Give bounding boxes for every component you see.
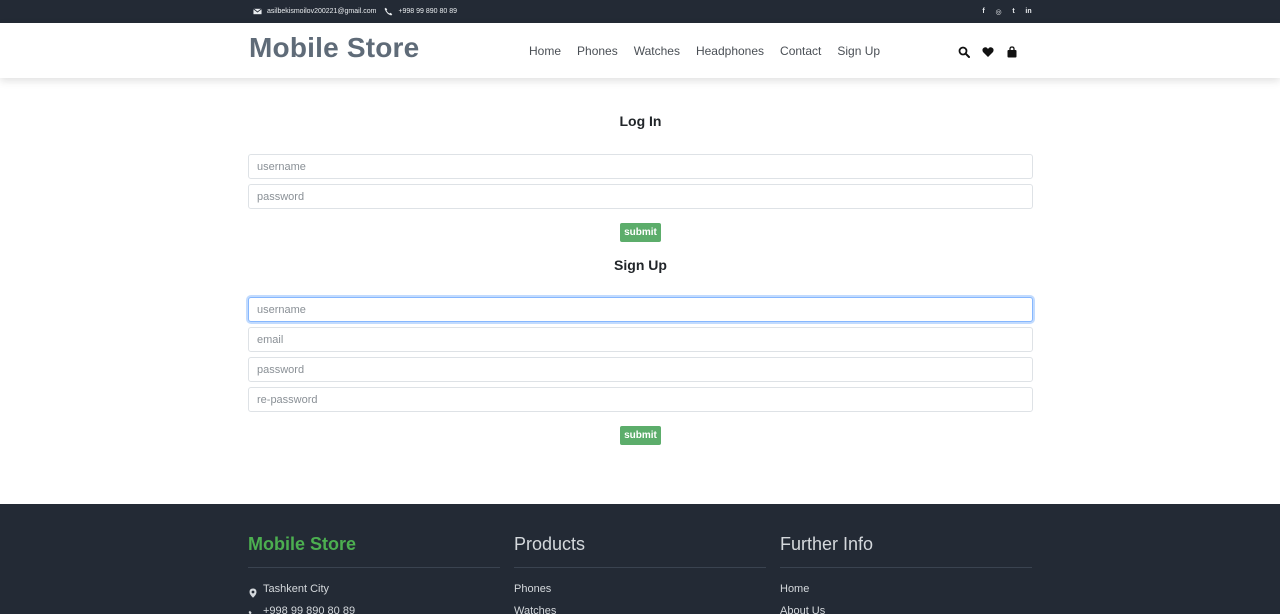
phone-icon	[248, 606, 258, 614]
footer-link-home[interactable]: Home	[780, 578, 809, 600]
top-bar: asilbekismoilov200221@gmail.com +998 99 …	[0, 0, 1280, 23]
nav-headphones[interactable]: Headphones	[696, 44, 764, 58]
signup-email-input[interactable]	[248, 327, 1033, 352]
footer-further-info-column: Further Info Home About Us	[780, 534, 1032, 614]
footer-city-text: Tashkent City	[263, 583, 330, 595]
login-submit-button[interactable]: submit	[620, 223, 661, 242]
footer-further-title: Further Info	[780, 534, 1032, 568]
header-icons	[958, 23, 1018, 78]
phone-icon	[384, 7, 393, 16]
top-email[interactable]: asilbekismoilov200221@gmail.com	[267, 8, 376, 15]
signup-repassword-input[interactable]	[248, 387, 1033, 412]
shopping-bag-icon[interactable]	[1006, 45, 1018, 57]
footer-brand-column: Mobile Store Tashkent City +998 99 890 8…	[248, 534, 500, 614]
footer-city: Tashkent City	[248, 578, 500, 600]
linkedin-icon[interactable]: in	[1025, 8, 1032, 15]
footer-brand-title: Mobile Store	[248, 534, 500, 568]
nav-sign-up[interactable]: Sign Up	[837, 44, 880, 58]
login-form: Log In submit	[248, 113, 1033, 242]
login-title: Log In	[619, 113, 662, 129]
top-phone[interactable]: +998 99 890 80 89	[398, 8, 457, 15]
main-nav: Home Phones Watches Headphones Contact S…	[529, 23, 896, 78]
nav-phones[interactable]: Phones	[577, 44, 618, 58]
nav-watches[interactable]: Watches	[634, 44, 680, 58]
signup-title: Sign Up	[614, 257, 667, 273]
map-pin-icon	[248, 584, 258, 598]
footer-products-title: Products	[514, 534, 766, 568]
twitter-icon[interactable]: t	[1010, 8, 1017, 15]
heart-icon[interactable]	[982, 45, 994, 57]
signup-password-input[interactable]	[248, 357, 1033, 382]
footer-phone-text[interactable]: +998 99 890 80 89	[263, 600, 355, 614]
instagram-icon[interactable]: ◎	[995, 8, 1002, 16]
search-icon[interactable]	[958, 45, 970, 58]
footer-products-column: Products Phones Watches	[514, 534, 766, 614]
login-password-input[interactable]	[248, 184, 1033, 209]
nav-home[interactable]: Home	[529, 44, 561, 58]
signup-form: Sign Up submit	[248, 257, 1033, 445]
login-username-input[interactable]	[248, 154, 1033, 179]
footer-link-about-us[interactable]: About Us	[780, 600, 825, 614]
signup-username-input[interactable]	[248, 297, 1033, 322]
site-logo[interactable]: Mobile Store	[249, 32, 419, 64]
envelope-icon	[253, 7, 262, 16]
nav-contact[interactable]: Contact	[780, 44, 821, 58]
footer-link-phones[interactable]: Phones	[514, 578, 551, 600]
signup-submit-button[interactable]: submit	[620, 426, 661, 445]
auth-content: Log In submit Sign Up submit	[248, 78, 1033, 445]
main-header: Mobile Store Home Phones Watches Headpho…	[0, 23, 1280, 78]
top-contact: asilbekismoilov200221@gmail.com +998 99 …	[253, 0, 457, 23]
facebook-icon[interactable]: f	[980, 8, 987, 15]
footer-phone: +998 99 890 80 89	[248, 600, 500, 614]
site-footer: Mobile Store Tashkent City +998 99 890 8…	[0, 504, 1280, 614]
footer-link-watches[interactable]: Watches	[514, 600, 556, 614]
social-links: f ◎ t in	[980, 0, 1032, 23]
